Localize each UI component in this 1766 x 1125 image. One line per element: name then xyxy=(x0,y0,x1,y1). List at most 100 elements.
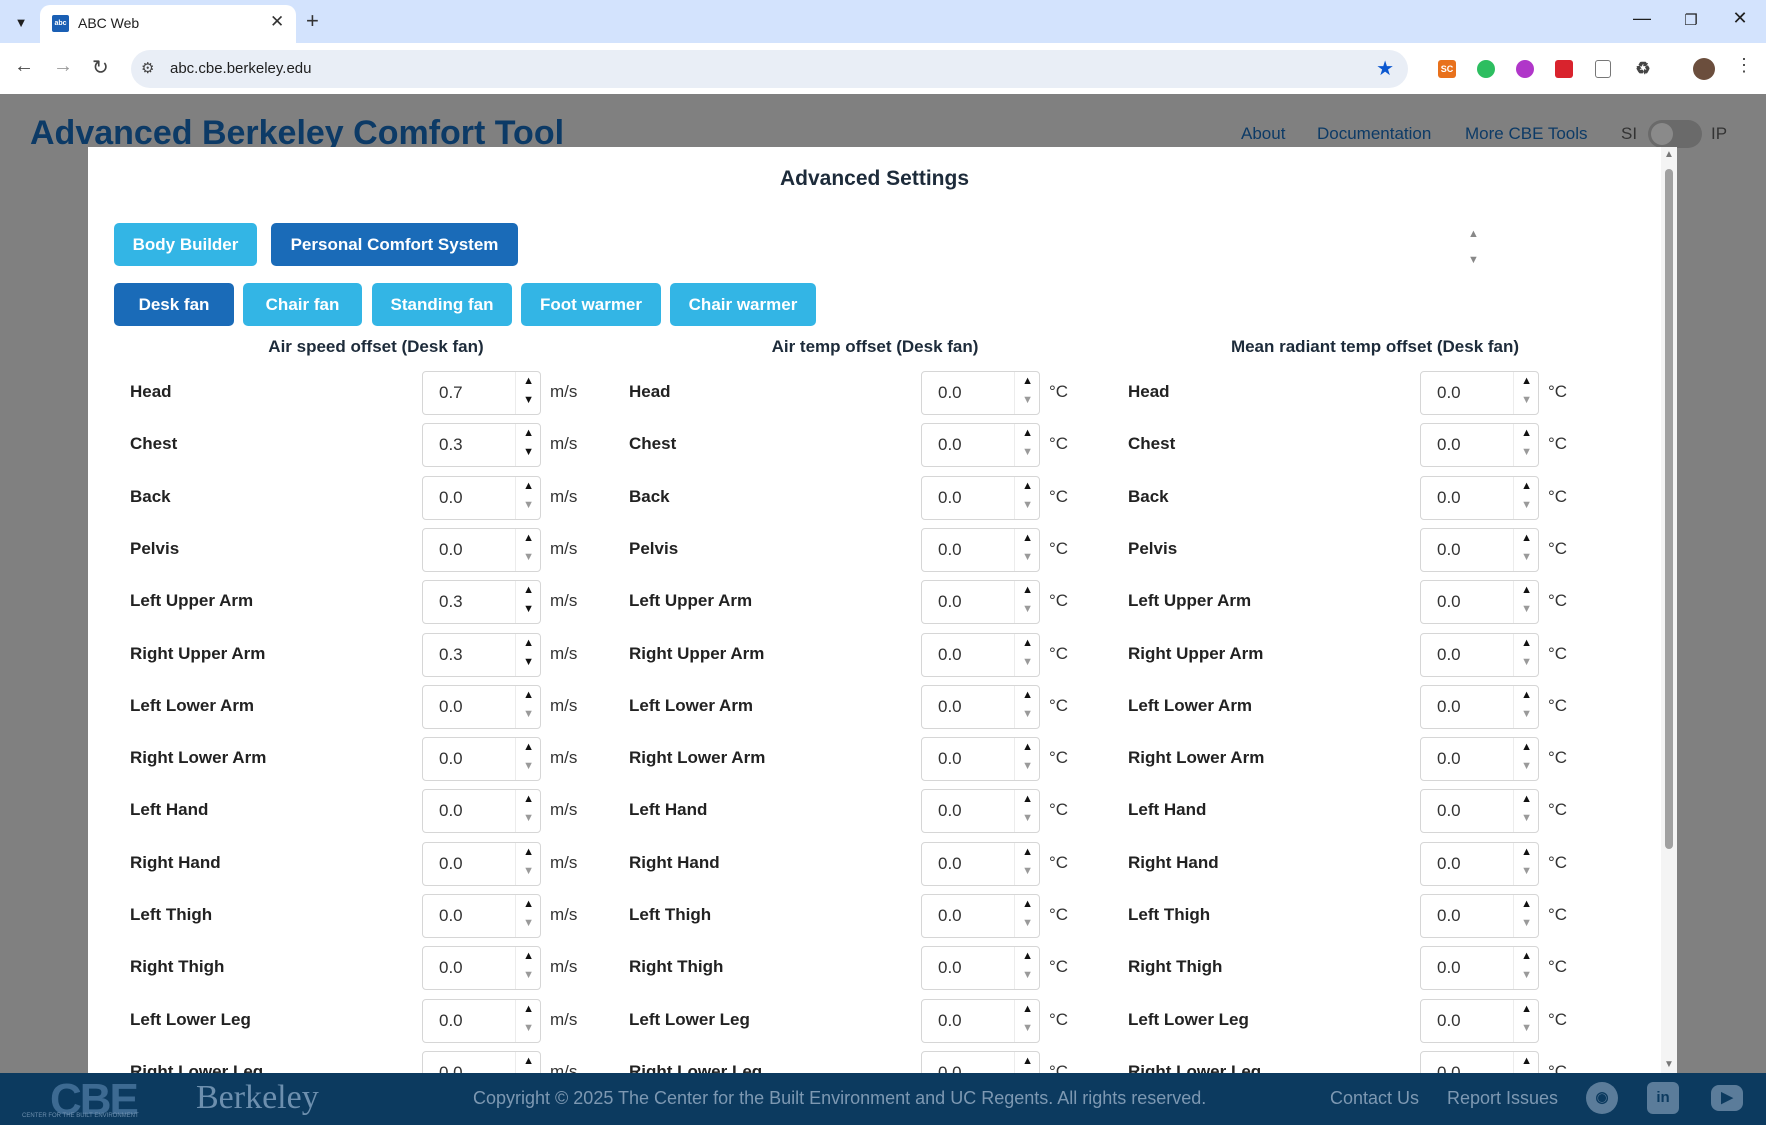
offset-number-input[interactable]: 0.0 ▲ ▼ xyxy=(921,946,1040,990)
decrement-arrow-icon[interactable]: ▼ xyxy=(1521,446,1532,458)
decrement-arrow-icon[interactable]: ▼ xyxy=(1022,760,1033,772)
input-value[interactable]: 0.0 xyxy=(938,645,962,665)
decrement-arrow-icon[interactable]: ▼ xyxy=(523,603,534,615)
decrement-arrow-icon[interactable]: ▼ xyxy=(1022,1022,1033,1034)
reload-icon[interactable]: ↻ xyxy=(92,55,109,80)
increment-arrow-icon[interactable]: ▲ xyxy=(523,1055,534,1067)
offset-number-input[interactable]: 0.0 ▲ ▼ xyxy=(921,789,1040,833)
increment-arrow-icon[interactable]: ▲ xyxy=(1521,1003,1532,1015)
increment-arrow-icon[interactable]: ▲ xyxy=(1022,741,1033,753)
input-value[interactable]: 0.0 xyxy=(938,749,962,769)
offset-number-input[interactable]: 0.0 ▲ ▼ xyxy=(1420,528,1539,572)
decrement-arrow-icon[interactable]: ▼ xyxy=(1521,969,1532,981)
increment-arrow-icon[interactable]: ▲ xyxy=(523,427,534,439)
increment-arrow-icon[interactable]: ▲ xyxy=(1521,637,1532,649)
increment-arrow-icon[interactable]: ▲ xyxy=(1521,427,1532,439)
input-value[interactable]: 0.0 xyxy=(938,697,962,717)
decrement-arrow-icon[interactable]: ▼ xyxy=(1521,812,1532,824)
scroll-up-icon[interactable]: ▲ xyxy=(1664,149,1674,160)
increment-arrow-icon[interactable]: ▲ xyxy=(523,898,534,910)
decrement-arrow-icon[interactable]: ▼ xyxy=(1022,446,1033,458)
input-value[interactable]: 0.0 xyxy=(938,801,962,821)
offset-number-input[interactable]: 0.0 ▲ ▼ xyxy=(921,633,1040,677)
decrement-arrow-icon[interactable]: ▼ xyxy=(523,446,534,458)
increment-arrow-icon[interactable]: ▲ xyxy=(1521,1055,1532,1067)
input-value[interactable]: 0.0 xyxy=(1437,383,1461,403)
increment-arrow-icon[interactable]: ▲ xyxy=(1022,532,1033,544)
input-value[interactable]: 0.7 xyxy=(439,383,463,403)
offset-number-input[interactable]: 0.0 ▲ ▼ xyxy=(1420,999,1539,1043)
increment-arrow-icon[interactable]: ▲ xyxy=(1022,1055,1033,1067)
decrement-arrow-icon[interactable]: ▼ xyxy=(1521,551,1532,563)
input-value[interactable]: 0.0 xyxy=(938,958,962,978)
unit-toggle[interactable] xyxy=(1648,120,1702,148)
offset-number-input[interactable]: 0.0 ▲ ▼ xyxy=(921,528,1040,572)
modal-scrollbar[interactable]: ▲ ▼ xyxy=(1661,147,1677,1073)
input-value[interactable]: 0.0 xyxy=(938,1063,962,1073)
youtube-icon[interactable]: ▶ xyxy=(1711,1085,1743,1111)
restore-icon[interactable]: ❐ xyxy=(1671,11,1711,29)
url-text[interactable]: abc.cbe.berkeley.edu xyxy=(170,60,311,77)
offset-number-input[interactable]: 0.0 ▲ ▼ xyxy=(921,894,1040,938)
input-value[interactable]: 0.0 xyxy=(1437,1063,1461,1073)
decrement-arrow-icon[interactable]: ▼ xyxy=(523,394,534,406)
decrement-arrow-icon[interactable]: ▼ xyxy=(1521,1022,1532,1034)
tab-body-builder[interactable]: Body Builder xyxy=(114,223,257,266)
tab-chair-warmer[interactable]: Chair warmer xyxy=(670,283,816,326)
contact-link[interactable]: Contact Us xyxy=(1330,1088,1419,1109)
decrement-arrow-icon[interactable]: ▼ xyxy=(523,499,534,511)
input-value[interactable]: 0.0 xyxy=(938,906,962,926)
input-value[interactable]: 0.0 xyxy=(1437,645,1461,665)
offset-number-input[interactable]: 0.0 ▲ ▼ xyxy=(1420,685,1539,729)
input-value[interactable]: 0.0 xyxy=(938,854,962,874)
increment-arrow-icon[interactable]: ▲ xyxy=(523,741,534,753)
input-value[interactable]: 0.0 xyxy=(439,906,463,926)
increment-arrow-icon[interactable]: ▲ xyxy=(1022,637,1033,649)
decrement-arrow-icon[interactable]: ▼ xyxy=(1022,917,1033,929)
minimize-icon[interactable]: — xyxy=(1622,8,1662,29)
close-icon[interactable]: ✕ xyxy=(270,12,284,32)
decrement-arrow-icon[interactable]: ▼ xyxy=(1022,812,1033,824)
offset-number-input[interactable]: 0.7 ▲ ▼ xyxy=(422,371,541,415)
scroll-down-icon[interactable]: ▼ xyxy=(1664,1059,1674,1070)
mini-scroll-arrows[interactable]: ▲ ▼ xyxy=(1468,221,1479,273)
input-value[interactable]: 0.0 xyxy=(1437,435,1461,455)
offset-number-input[interactable]: 0.3 ▲ ▼ xyxy=(422,633,541,677)
offset-number-input[interactable]: 0.0 ▲ ▼ xyxy=(1420,946,1539,990)
decrement-arrow-icon[interactable]: ▼ xyxy=(523,812,534,824)
input-value[interactable]: 0.0 xyxy=(439,854,463,874)
nav-about[interactable]: About xyxy=(1241,124,1285,144)
input-value[interactable]: 0.0 xyxy=(1437,1011,1461,1031)
increment-arrow-icon[interactable]: ▲ xyxy=(523,532,534,544)
input-value[interactable]: 0.3 xyxy=(439,592,463,612)
offset-number-input[interactable]: 0.0 ▲ ▼ xyxy=(1420,476,1539,520)
decrement-arrow-icon[interactable]: ▼ xyxy=(1022,499,1033,511)
tab-foot-warmer[interactable]: Foot warmer xyxy=(521,283,661,326)
input-value[interactable]: 0.3 xyxy=(439,645,463,665)
decrement-arrow-icon[interactable]: ▼ xyxy=(1022,969,1033,981)
back-icon[interactable]: ← xyxy=(14,55,34,78)
offset-number-input[interactable]: 0.0 ▲ ▼ xyxy=(422,946,541,990)
input-value[interactable]: 0.0 xyxy=(1437,697,1461,717)
menu-icon[interactable]: ⋮ xyxy=(1735,55,1753,76)
decrement-arrow-icon[interactable]: ▼ xyxy=(1022,603,1033,615)
decrement-arrow-icon[interactable]: ▼ xyxy=(1521,656,1532,668)
decrement-arrow-icon[interactable]: ▼ xyxy=(1521,603,1532,615)
offset-number-input[interactable]: 0.0 ▲ ▼ xyxy=(921,580,1040,624)
offset-number-input[interactable]: 0.0 ▲ ▼ xyxy=(422,842,541,886)
increment-arrow-icon[interactable]: ▲ xyxy=(1521,898,1532,910)
decrement-arrow-icon[interactable]: ▼ xyxy=(1521,708,1532,720)
input-value[interactable]: 0.0 xyxy=(439,1063,463,1073)
berkeley-logo[interactable]: Berkeley xyxy=(196,1079,319,1117)
extension-purple-icon[interactable] xyxy=(1516,60,1534,78)
input-value[interactable]: 0.0 xyxy=(938,1011,962,1031)
input-value[interactable]: 0.3 xyxy=(439,435,463,455)
offset-number-input[interactable]: 0.0 ▲ ▼ xyxy=(1420,371,1539,415)
increment-arrow-icon[interactable]: ▲ xyxy=(1022,1003,1033,1015)
offset-number-input[interactable]: 0.0 ▲ ▼ xyxy=(422,737,541,781)
increment-arrow-icon[interactable]: ▲ xyxy=(523,480,534,492)
decrement-arrow-icon[interactable]: ▼ xyxy=(523,865,534,877)
offset-number-input[interactable]: 0.0 ▲ ▼ xyxy=(921,737,1040,781)
offset-number-input[interactable]: 0.0 ▲ ▼ xyxy=(921,842,1040,886)
input-value[interactable]: 0.0 xyxy=(439,1011,463,1031)
